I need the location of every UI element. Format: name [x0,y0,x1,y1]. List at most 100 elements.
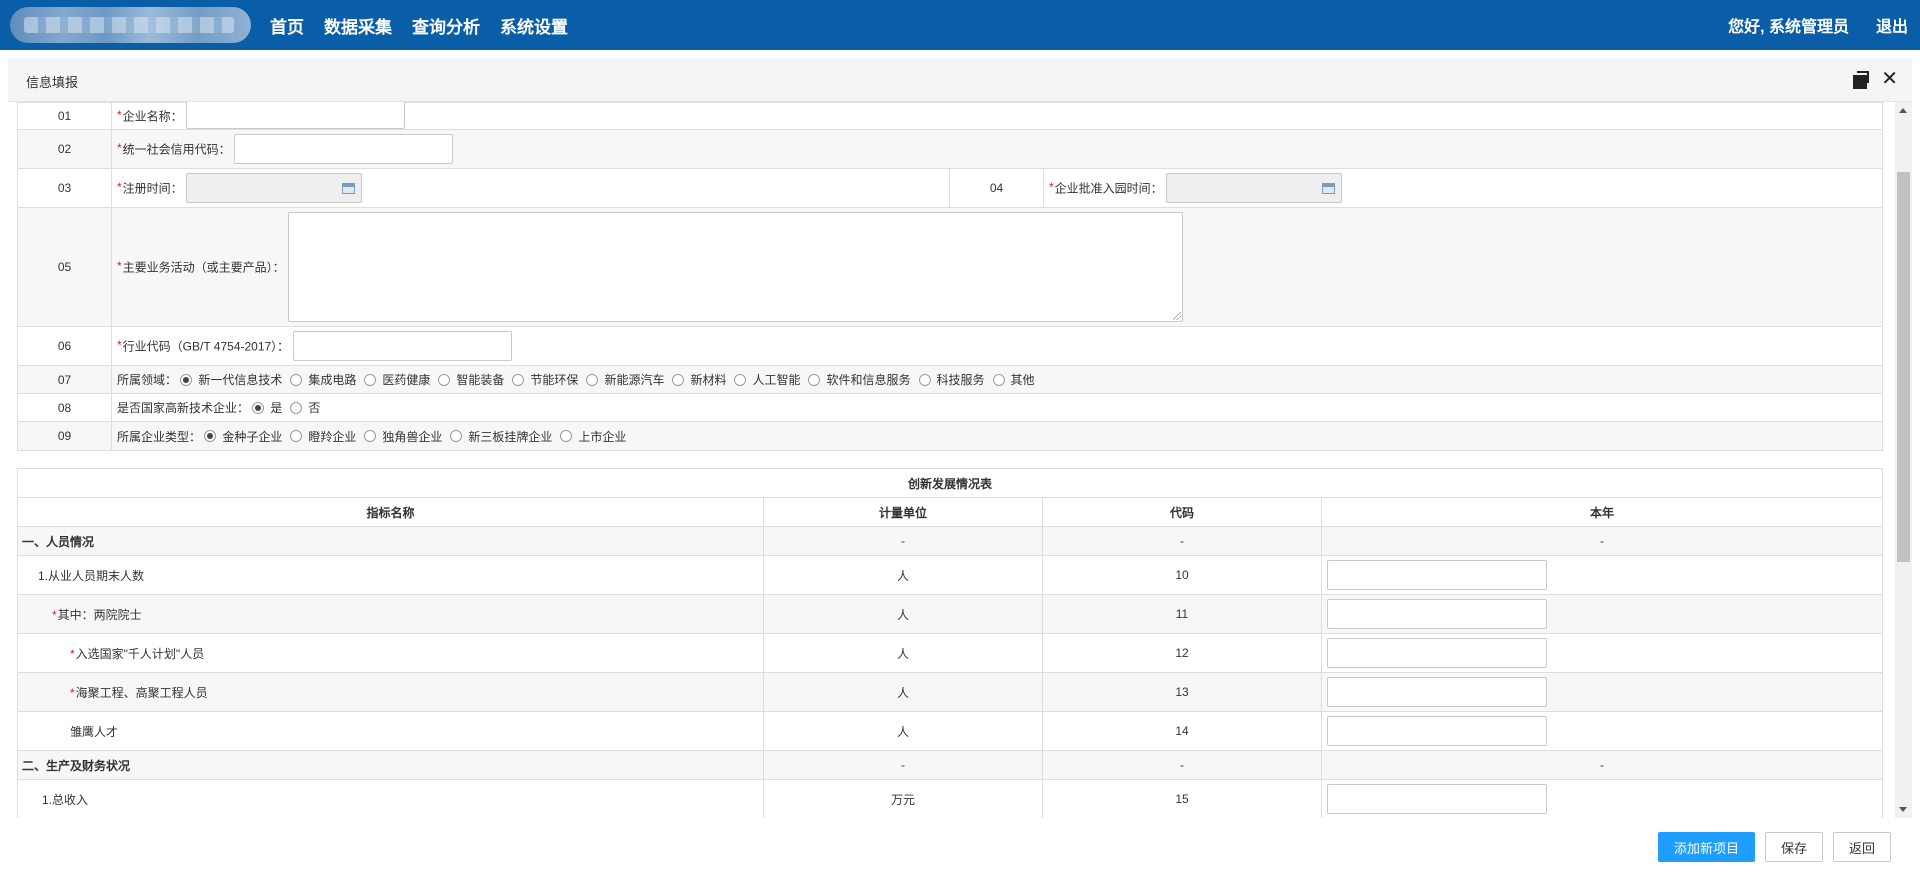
company-type-option[interactable]: 金种子企业 [204,428,282,445]
hightech-radio-group: 是 否 [252,399,328,416]
radio-icon[interactable] [586,373,599,386]
scroll-up-arrow-icon[interactable] [1899,108,1907,113]
indicator-name: 雏鹰人才 [17,711,764,751]
value-input[interactable] [1327,784,1547,814]
field-option[interactable]: 新材料 [672,371,726,388]
radio-icon[interactable] [560,430,573,442]
value-cell [1321,555,1883,595]
hightech-option-no[interactable]: 否 [290,399,320,416]
radio-icon[interactable] [290,430,303,442]
row-number: 06 [17,326,112,366]
field-option[interactable]: 其他 [992,371,1035,388]
company-type-option[interactable]: 上市企业 [560,428,626,445]
radio-icon[interactable] [290,373,303,386]
value-input[interactable] [1327,638,1547,668]
required-mark: * [117,108,122,123]
save-button[interactable]: 保存 [1765,832,1823,862]
field-option[interactable]: 软件和信息服务 [808,371,911,388]
footer-bar: 添加新项目 保存 返回 [0,818,1920,895]
field-option[interactable]: 人工智能 [734,371,800,388]
radio-icon[interactable] [992,373,1005,386]
radio-icon[interactable] [204,430,217,442]
vertical-scrollbar[interactable] [1895,102,1912,818]
field-option[interactable]: 新一代信息技术 [180,371,282,388]
back-button[interactable]: 返回 [1833,832,1891,862]
radio-icon[interactable] [180,373,193,386]
scroll-down-arrow-icon[interactable] [1899,807,1907,812]
radio-icon[interactable] [364,430,377,442]
main-business-textarea[interactable] [288,212,1184,322]
header-unit: 计量单位 [763,497,1043,527]
radio-icon[interactable] [734,373,747,386]
company-type-option[interactable]: 独角兽企业 [364,428,442,445]
radio-icon[interactable] [918,373,931,386]
value-input[interactable] [1327,677,1547,707]
add-new-project-button[interactable]: 添加新项目 [1658,832,1755,862]
value-cell [1321,711,1883,751]
value-input[interactable] [1327,599,1547,629]
nav-item-data-collection[interactable]: 数据采集 [324,13,392,38]
calendar-icon[interactable] [1322,183,1336,194]
radio-icon[interactable] [450,430,463,442]
form-cell: *企业批准入园时间： [1043,168,1883,208]
radio-icon[interactable] [364,373,377,386]
radio-icon[interactable] [290,401,303,414]
field-option[interactable]: 节能环保 [512,371,578,388]
user-area: 您好, 系统管理员 退出 [1728,0,1908,50]
indicator-code: 11 [1042,594,1322,634]
row-number: 05 [17,207,112,327]
row-number: 03 [17,168,112,208]
required-mark: * [117,180,122,195]
field-option[interactable]: 医药健康 [364,371,430,388]
logout-link[interactable]: 退出 [1876,13,1908,37]
industry-code-input[interactable] [292,331,512,361]
indicator-unit: 人 [763,594,1043,634]
radio-icon[interactable] [252,401,265,414]
form-cell: *注册时间： [111,168,950,208]
value-input[interactable] [1327,560,1547,590]
section-unit: - [763,750,1043,780]
table-row: *其中：两院院士 人 11 [17,594,1883,634]
company-type-option[interactable]: 新三板挂牌企业 [450,428,552,445]
scroll-thumb[interactable] [1897,172,1910,562]
close-icon[interactable]: ✕ [1881,69,1898,89]
indicator-unit: 万元 [763,779,1043,818]
field-option[interactable]: 集成电路 [290,371,356,388]
field-option[interactable]: 智能装备 [438,371,504,388]
company-type-option[interactable]: 瞪羚企业 [290,428,356,445]
radio-icon[interactable] [512,373,525,386]
radio-icon[interactable] [808,373,821,386]
form-cell: *主要业务活动（或主要产品）： [111,207,1883,327]
indicator-code: 15 [1042,779,1322,818]
form-scroll-area[interactable]: 01 *企业名称： 02 *统一社会信用代码： 03 *注册时间： 04 *企业… [8,102,1912,818]
section-value: - [1321,750,1883,780]
table-row: 1.从业人员期末人数 人 10 [17,555,1883,595]
innovation-title: 创新发展情况表 [17,468,1883,498]
innovation-title-row: 创新发展情况表 [17,468,1883,498]
field-option[interactable]: 新能源汽车 [586,371,664,388]
indicator-name: *入选国家"千人计划"人员 [17,633,764,673]
nav-item-query-analysis[interactable]: 查询分析 [412,13,480,38]
required-mark: * [117,141,122,156]
nav-item-system-settings[interactable]: 系统设置 [500,13,568,38]
park-entry-date-input[interactable] [1166,173,1343,203]
value-input[interactable] [1327,716,1547,746]
indicator-code: 10 [1042,555,1322,595]
innovation-header-row: 指标名称 计量单位 代码 本年 [17,497,1883,527]
field-option[interactable]: 科技服务 [918,371,985,388]
indicator-code: 12 [1042,633,1322,673]
hightech-option-yes[interactable]: 是 [252,399,282,416]
form-cell: 所属企业类型： 金种子企业 瞪羚企业 独角兽企业 新三板挂牌企业 上市企业 [111,421,1883,451]
restore-window-icon[interactable] [1853,71,1870,89]
credit-code-input[interactable] [234,134,454,164]
calendar-icon[interactable] [342,183,356,194]
registration-date-input[interactable] [186,173,363,203]
radio-icon[interactable] [672,373,685,386]
radio-icon[interactable] [438,373,451,386]
header-code: 代码 [1042,497,1322,527]
table-row: *入选国家"千人计划"人员 人 12 [17,633,1883,673]
form-cell: *行业代码（GB/T 4754-2017）： [111,326,1883,366]
indicator-unit: 人 [763,555,1043,595]
company-name-input[interactable] [186,102,406,129]
nav-item-home[interactable]: 首页 [270,13,304,38]
